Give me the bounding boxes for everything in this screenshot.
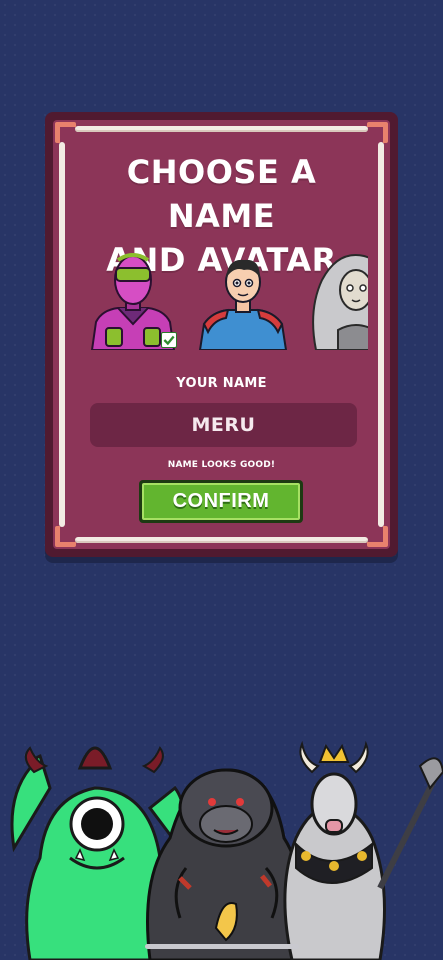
selected-check-icon [161, 332, 177, 348]
title-line-1: CHOOSE A NAME [126, 153, 317, 235]
dialog-panel: CHOOSE A NAME AND AVATAR YOUR NAME MERU … [53, 120, 390, 549]
name-avatar-dialog: CHOOSE A NAME AND AVATAR YOUR NAME MERU … [45, 112, 398, 557]
frame-rail [75, 537, 368, 543]
name-status-text: NAME LOOKS GOOD! [167, 460, 276, 470]
avatar-option-caped-hero[interactable] [198, 250, 288, 350]
name-input[interactable] [90, 403, 357, 447]
confirm-button-label: CONFIRM [142, 483, 300, 520]
confirm-button[interactable]: CONFIRM [139, 480, 303, 523]
frame-rail [75, 126, 368, 132]
monster-lineup [0, 728, 443, 960]
frame-corner [367, 122, 388, 143]
home-indicator[interactable] [145, 944, 299, 949]
frame-corner [55, 122, 76, 143]
caped-hero-icon [198, 259, 288, 350]
silver-hair-hero-icon [312, 254, 368, 350]
minotaur-king-monster-icon [283, 740, 443, 960]
game-screen: CHOOSE A NAME AND AVATAR YOUR NAME MERU … [0, 0, 443, 960]
your-name-label: YOUR NAME [176, 376, 267, 391]
frame-corner [367, 526, 388, 547]
avatar-option-robot[interactable] [88, 250, 178, 350]
avatar-carousel[interactable] [88, 250, 368, 350]
avatar-option-silver-hair[interactable] [308, 250, 368, 350]
monster-lineup-art [10, 740, 443, 960]
frame-corner [55, 526, 76, 547]
